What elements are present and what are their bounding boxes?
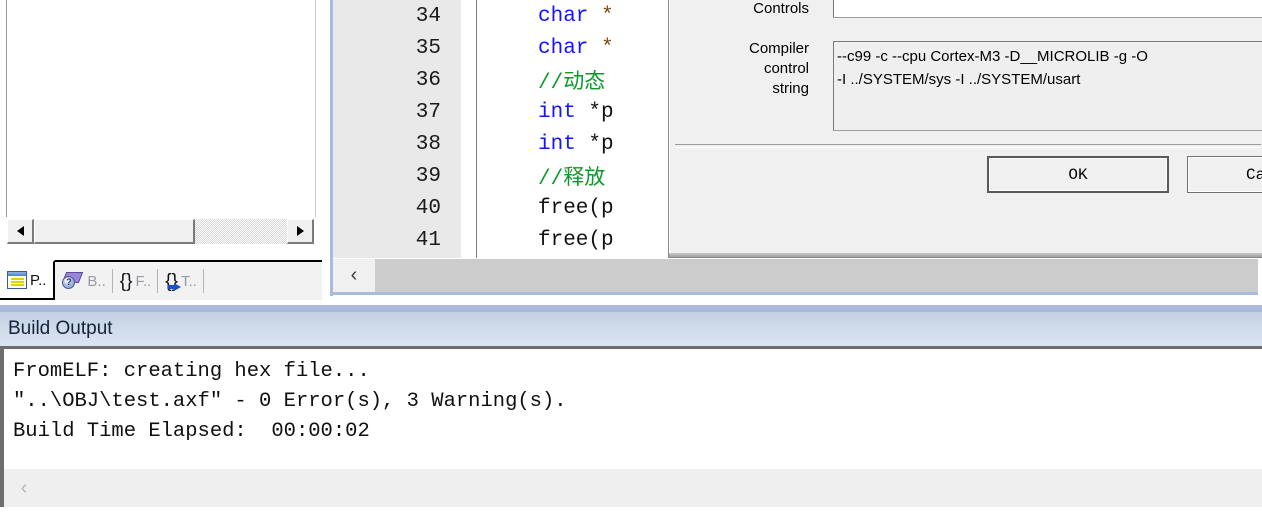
tab-books[interactable]: ? B.. [55,262,113,300]
code-text: //释放 [538,168,606,191]
code-text: char * [538,36,614,60]
tab-templates[interactable]: {} T.. [158,262,204,300]
tab-functions[interactable]: {} F.. [113,262,159,300]
controls-input[interactable] [833,0,1262,18]
line-number: 40 [415,196,441,220]
line-number: 39 [415,164,441,188]
template-icon: {} [165,272,181,291]
books-icon: ? [62,272,84,290]
tab-functions-label: F.. [135,272,152,290]
build-output-panel: Build Output FromELF: creating hex file.… [0,305,1262,512]
build-output-scroll-left-button[interactable]: ‹ [4,477,44,500]
code-text: int *p [538,100,614,124]
project-tab-bar: P.. ? B.. {} F.. {} T.. [0,260,322,300]
scroll-right-button[interactable] [287,219,314,244]
compiler-control-string-textarea[interactable]: --c99 -c --cpu Cortex-M3 -D__MICROLIB -g… [833,41,1262,131]
editor-scroll-left-button[interactable]: ‹ [333,259,375,292]
tab-project[interactable]: P.. [0,260,56,300]
project-icon [7,271,27,289]
line-number: 41 [415,228,441,252]
scrollbar-track[interactable] [34,219,287,244]
line-number: 36 [415,68,441,92]
build-output-line: "..\OBJ\test.axf" - 0 Error(s), 3 Warnin… [13,390,567,413]
tab-books-label: B.. [87,272,106,290]
project-tree-view[interactable] [6,0,316,217]
cancel-button[interactable]: Ca [1187,156,1262,193]
build-output-horizontal-scrollbar[interactable]: ‹ [0,469,1262,507]
line-number: 35 [415,36,441,60]
dialog-body: Controls Compiler control string --c99 -… [669,0,1262,257]
dialog-separator [675,144,1261,148]
tab-templates-label: T.. [181,272,197,290]
build-output-line: Build Time Elapsed: 00:00:02 [13,420,370,443]
line-number: 34 [415,4,441,28]
code-text: int *p [538,132,614,156]
build-output-top-divider [0,305,1262,312]
options-for-target-dialog[interactable]: Controls Compiler control string --c99 -… [668,0,1262,258]
tab-divider [202,269,204,293]
build-output-log[interactable]: FromELF: creating hex file... "..\OBJ\tes… [0,349,1262,469]
dialog-bottom-edge [669,253,1262,257]
build-output-line: FromELF: creating hex file... [13,360,370,383]
triangle-left-icon [16,226,24,236]
code-text: free(p [538,196,614,220]
build-output-header: Build Output [0,312,1262,346]
project-horizontal-scrollbar[interactable] [7,219,314,244]
code-text: free(p [538,228,614,252]
controls-label: Controls [753,0,809,17]
code-text: //动态 [538,72,606,95]
editor-horizontal-scrollbar[interactable]: ‹ [333,259,1258,295]
line-number: 38 [415,132,441,156]
braces-icon: {} [119,270,133,292]
triangle-right-icon [296,226,304,236]
tab-project-label: P.. [30,271,47,289]
project-panel: P.. ? B.. {} F.. {} T.. [0,0,322,300]
build-output-title: Build Output [8,318,113,339]
uvision-ide-window: P.. ? B.. {} F.. {} T.. 34 char * 35 cha… [0,0,1262,512]
scroll-left-button[interactable] [7,219,34,244]
ok-button[interactable]: OK [987,156,1169,193]
line-number: 37 [415,100,441,124]
editor-scrollbar-thumb[interactable] [375,259,1258,292]
scrollbar-thumb[interactable] [34,219,195,244]
compiler-control-string-label: Compiler control string [748,40,809,97]
build-output-bottom-edge [0,507,1262,512]
code-text: char * [538,4,614,28]
